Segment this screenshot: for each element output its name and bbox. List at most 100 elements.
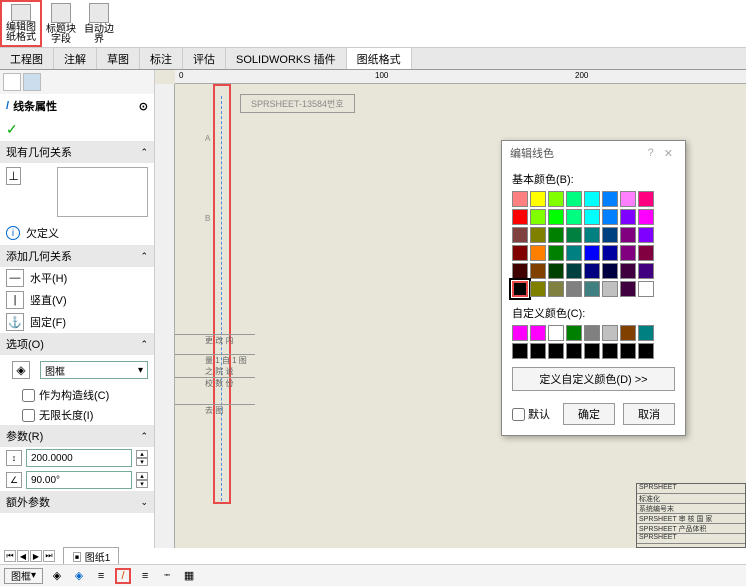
custom-color-swatch[interactable] — [620, 343, 636, 359]
color-swatch[interactable] — [584, 209, 600, 225]
status-icon-1[interactable]: ◈ — [49, 568, 65, 584]
default-checkbox-label[interactable]: 默认 — [512, 406, 550, 422]
color-swatch[interactable] — [602, 209, 618, 225]
nav-first-icon[interactable]: ⏮ — [4, 550, 16, 562]
custom-color-swatch[interactable] — [584, 325, 600, 341]
tab-sketch[interactable]: 草图 — [97, 48, 140, 69]
construction-checkbox[interactable] — [22, 389, 35, 402]
color-swatch[interactable] — [584, 281, 600, 297]
nav-prev-icon[interactable]: ◀ — [17, 550, 29, 562]
color-swatch[interactable] — [530, 281, 546, 297]
edit-sheet-format-button[interactable]: 编辑图纸格式 — [0, 0, 42, 47]
color-swatch[interactable] — [566, 227, 582, 243]
existing-relations-list[interactable] — [57, 167, 148, 217]
angle-input[interactable]: 90.00° — [26, 471, 132, 489]
custom-color-swatch[interactable] — [638, 343, 654, 359]
dialog-close-icon[interactable]: ✕ — [660, 147, 677, 160]
color-swatch[interactable] — [638, 209, 654, 225]
status-icon-2[interactable]: ◈ — [71, 568, 87, 584]
tab-drawing[interactable]: 工程图 — [0, 48, 54, 69]
color-swatch[interactable] — [620, 191, 636, 207]
section-existing-relations[interactable]: 现有几何关系⌃ — [0, 141, 154, 163]
title-block-fields-button[interactable]: 标题块字段 — [42, 0, 80, 47]
custom-color-swatch[interactable] — [602, 325, 618, 341]
status-icon-7[interactable]: ▦ — [181, 568, 197, 584]
length-up[interactable]: ▴ — [136, 450, 148, 458]
color-swatch[interactable] — [620, 227, 636, 243]
status-icon-3[interactable]: ≡ — [93, 568, 109, 584]
color-swatch[interactable] — [548, 209, 564, 225]
section-options[interactable]: 选项(O)⌃ — [0, 333, 154, 355]
custom-color-swatch[interactable] — [530, 325, 546, 341]
define-custom-button[interactable]: 定义自定义颜色(D) >> — [512, 367, 675, 391]
color-swatch[interactable] — [566, 209, 582, 225]
color-swatch[interactable] — [512, 191, 528, 207]
color-swatch[interactable] — [602, 263, 618, 279]
nav-next-icon[interactable]: ▶ — [30, 550, 42, 562]
tab-annotation[interactable]: 注解 — [54, 48, 97, 69]
sheet-tab-1[interactable]: ▣ 图纸1 — [63, 547, 119, 566]
tab-dimension[interactable]: 标注 — [140, 48, 183, 69]
relation-fixed[interactable]: ⚓ 固定(F) — [0, 311, 154, 333]
color-swatch[interactable] — [602, 191, 618, 207]
custom-color-swatch[interactable] — [620, 325, 636, 341]
tab-evaluate[interactable]: 评估 — [183, 48, 226, 69]
color-swatch[interactable] — [530, 227, 546, 243]
relation-vertical[interactable]: | 竖直(V) — [0, 289, 154, 311]
selected-line[interactable] — [221, 96, 222, 501]
color-swatch[interactable] — [530, 191, 546, 207]
color-swatch[interactable] — [548, 245, 564, 261]
cancel-button[interactable]: 取消 — [623, 403, 675, 425]
color-swatch[interactable] — [512, 281, 528, 297]
color-swatch[interactable] — [602, 245, 618, 261]
color-swatch[interactable] — [638, 263, 654, 279]
color-swatch[interactable] — [530, 263, 546, 279]
color-swatch[interactable] — [620, 245, 636, 261]
color-swatch[interactable] — [530, 209, 546, 225]
color-swatch[interactable] — [530, 245, 546, 261]
color-swatch[interactable] — [620, 281, 636, 297]
custom-color-swatch[interactable] — [530, 343, 546, 359]
custom-color-swatch[interactable] — [584, 343, 600, 359]
pin-icon[interactable]: ⊙ — [139, 100, 148, 113]
color-swatch[interactable] — [638, 191, 654, 207]
default-checkbox[interactable] — [512, 408, 525, 421]
color-swatch[interactable] — [638, 245, 654, 261]
color-swatch[interactable] — [548, 263, 564, 279]
color-swatch[interactable] — [512, 245, 528, 261]
angle-up[interactable]: ▴ — [136, 472, 148, 480]
custom-color-swatch[interactable] — [548, 343, 564, 359]
section-parameters[interactable]: 参数(R)⌃ — [0, 425, 154, 447]
status-icon-5[interactable]: ≡ — [137, 568, 153, 584]
relation-horizontal[interactable]: — 水平(H) — [0, 267, 154, 289]
property-view-icon[interactable] — [23, 73, 41, 91]
color-swatch[interactable] — [584, 191, 600, 207]
color-swatch[interactable] — [602, 227, 618, 243]
layer-status-select[interactable]: 图框 — [4, 568, 43, 584]
custom-color-swatch[interactable] — [548, 325, 564, 341]
tree-view-icon[interactable] — [3, 73, 21, 91]
angle-down[interactable]: ▾ — [136, 480, 148, 488]
color-swatch[interactable] — [584, 245, 600, 261]
color-swatch[interactable] — [584, 263, 600, 279]
confirm-check-icon[interactable]: ✓ — [6, 121, 18, 137]
nav-last-icon[interactable]: ⏭ — [43, 550, 55, 562]
layer-select[interactable]: 图框 — [40, 361, 148, 379]
color-swatch[interactable] — [566, 281, 582, 297]
color-swatch[interactable] — [512, 263, 528, 279]
color-swatch[interactable] — [548, 227, 564, 243]
color-swatch[interactable] — [566, 245, 582, 261]
color-swatch[interactable] — [548, 191, 564, 207]
color-swatch[interactable] — [584, 227, 600, 243]
dialog-help-icon[interactable]: ? — [642, 147, 660, 159]
color-swatch[interactable] — [566, 191, 582, 207]
color-swatch[interactable] — [566, 263, 582, 279]
color-swatch[interactable] — [512, 227, 528, 243]
tab-addins[interactable]: SOLIDWORKS 插件 — [226, 48, 347, 69]
color-swatch[interactable] — [620, 209, 636, 225]
color-swatch[interactable] — [620, 263, 636, 279]
color-swatch[interactable] — [512, 209, 528, 225]
section-extra-params[interactable]: 额外参数⌄ — [0, 491, 154, 513]
color-swatch[interactable] — [638, 227, 654, 243]
custom-color-swatch[interactable] — [566, 325, 582, 341]
